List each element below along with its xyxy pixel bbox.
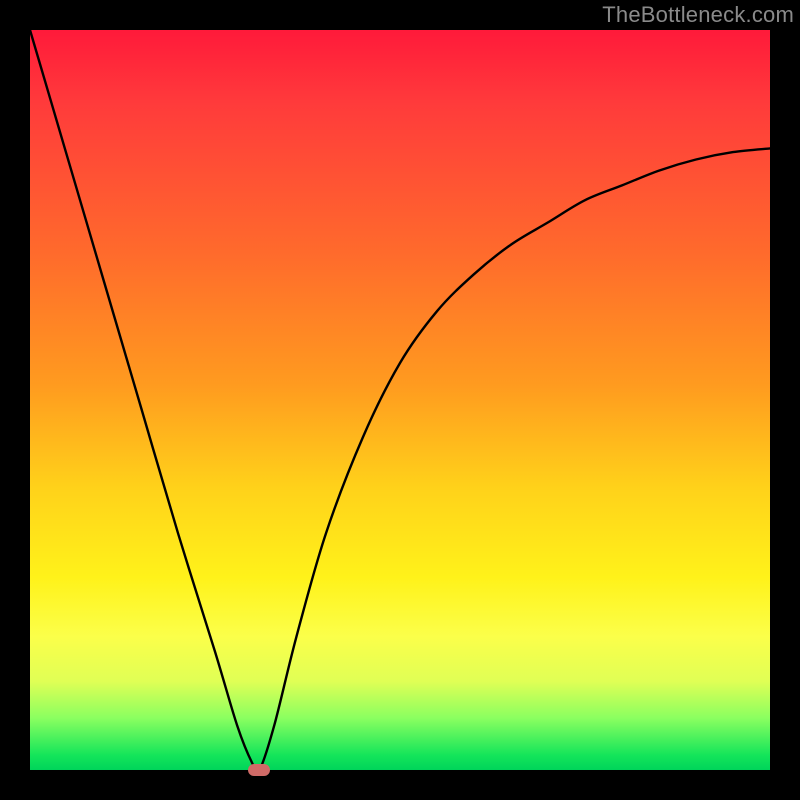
min-marker (248, 764, 270, 776)
watermark-text: TheBottleneck.com (602, 2, 794, 28)
outer-frame: TheBottleneck.com (0, 0, 800, 800)
curve-svg (30, 30, 770, 770)
bottleneck-curve (30, 30, 770, 773)
plot-area (30, 30, 770, 770)
